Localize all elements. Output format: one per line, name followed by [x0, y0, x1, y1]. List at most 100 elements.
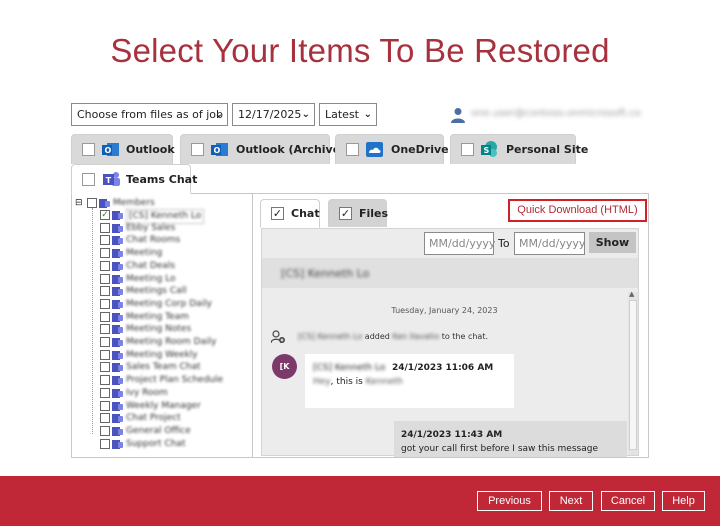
job-select[interactable]: Choose from files as of job ⌄ [71, 103, 228, 126]
version-select-value: Latest [325, 108, 359, 121]
tree-checkbox[interactable] [100, 311, 110, 322]
tab-checkbox[interactable]: ✓ [339, 207, 352, 220]
previous-button[interactable]: Previous [477, 491, 542, 511]
svg-text:O: O [105, 146, 112, 155]
job-select-value: Choose from files as of job [77, 108, 224, 121]
tab-checkbox[interactable]: ✓ [271, 207, 284, 220]
version-select[interactable]: Latest ⌄ [319, 103, 377, 126]
teams-icon [112, 223, 123, 233]
tree-item-label: Weekly Manager [126, 400, 201, 411]
tab-files[interactable]: ✓ Files [328, 199, 389, 227]
tree-item[interactable]: Meeting Team [100, 311, 245, 324]
tree-checkbox[interactable] [100, 260, 110, 271]
tree-item[interactable]: ✓ [CS] Kenneth Lo [100, 209, 245, 224]
tree-item-label: Chat Deals [126, 260, 176, 271]
from-date-input[interactable]: MM/dd/yyyy [424, 232, 495, 255]
tree-checkbox[interactable] [100, 425, 110, 436]
tree-checkbox[interactable] [100, 400, 110, 411]
tree-checkbox[interactable] [100, 222, 110, 233]
next-button[interactable]: Next [549, 491, 593, 511]
tree-item[interactable]: Meeting Room Daily [100, 336, 245, 349]
tree-item[interactable]: Meeting [100, 247, 245, 260]
tree-item[interactable]: Project Plan Schedule [100, 374, 245, 387]
tree-item[interactable]: General Office [100, 425, 245, 438]
tab-checkbox[interactable] [82, 143, 95, 156]
tab-onedrive[interactable]: OneDrive [335, 134, 449, 164]
tree-item[interactable]: Meeting Lo [100, 273, 245, 286]
tree-item-label: Support Chat [126, 438, 186, 449]
tree-item[interactable]: Meeting Corp Daily [100, 298, 245, 311]
teams-icon: T [103, 172, 120, 186]
tab-checkbox[interactable] [191, 143, 204, 156]
scrollbar-thumb[interactable] [629, 300, 637, 450]
tree-checkbox[interactable]: ✓ [100, 210, 110, 220]
tree-item[interactable]: Sales Team Chat [100, 361, 245, 374]
tab-label: Files [359, 207, 389, 220]
chevron-down-icon: ⌄ [363, 109, 372, 120]
tree-item[interactable]: Meeting Notes [100, 323, 245, 336]
tree-item-label: Ivy Room [126, 387, 168, 398]
tree-checkbox[interactable] [100, 438, 110, 449]
scroll-up-icon[interactable]: ▲ [629, 290, 634, 298]
tab-personal-site[interactable]: S Personal Site [450, 134, 588, 164]
tree-checkbox[interactable] [100, 235, 110, 246]
message-sender: [CS] Kenneth Lo [313, 363, 386, 373]
tree-checkbox[interactable] [100, 273, 110, 284]
collapse-icon[interactable]: ⊟ [75, 197, 83, 210]
tab-checkbox[interactable] [461, 143, 474, 156]
tree-item-label: Meetings Call [126, 286, 187, 297]
panel-divider [252, 194, 253, 457]
tree-item[interactable]: Meeting Weekly [100, 349, 245, 362]
tree-item-label: Chat Project [126, 413, 181, 424]
onedrive-icon [366, 142, 383, 157]
show-button[interactable]: Show [589, 232, 636, 253]
teams-icon [99, 199, 110, 208]
quick-download-button[interactable]: Quick Download (HTML) [508, 199, 647, 222]
to-label: To [498, 237, 510, 250]
tree-checkbox[interactable] [100, 413, 110, 424]
chevron-down-icon: ⌄ [214, 109, 223, 120]
tree-item-label: Meeting Team [126, 311, 189, 322]
teams-icon [112, 312, 123, 322]
tree-checkbox[interactable] [100, 286, 110, 297]
sharepoint-icon: S [481, 141, 497, 157]
tree-item[interactable]: Ebby Sales [100, 222, 245, 235]
date-select[interactable]: 12/17/2025 ⌄ [232, 103, 315, 126]
tree-checkbox[interactable] [100, 324, 110, 335]
add-member-icon [271, 330, 285, 344]
system-suffix: to the chat. [441, 332, 489, 341]
teams-icon [112, 338, 123, 347]
tree-checkbox[interactable] [100, 337, 110, 347]
tree-checkbox[interactable] [100, 387, 110, 398]
tree-item-label: Meeting Weekly [126, 349, 198, 360]
tree-checkbox[interactable] [100, 298, 110, 309]
cancel-button[interactable]: Cancel [601, 491, 655, 511]
tree-checkbox[interactable] [87, 198, 97, 208]
tree-item[interactable]: Meetings Call [100, 285, 245, 298]
tab-checkbox[interactable] [346, 143, 359, 156]
tree-checkbox[interactable] [100, 362, 110, 373]
help-button[interactable]: Help [662, 491, 705, 511]
teams-icon [112, 350, 123, 360]
tree-checkbox[interactable] [100, 349, 110, 360]
tab-label: Outlook [126, 143, 175, 156]
tab-checkbox[interactable] [82, 173, 95, 186]
tab-outlook[interactable]: O Outlook [71, 134, 175, 164]
tree-checkbox[interactable] [100, 248, 110, 259]
to-date-input[interactable]: MM/dd/yyyy [514, 232, 585, 255]
teams-icon [112, 299, 123, 309]
tree-item[interactable]: Chat Project [100, 412, 245, 425]
tree-checkbox[interactable] [100, 375, 110, 386]
tab-chat[interactable]: ✓ Chat [260, 199, 320, 228]
tree-item-label: Sales Team Chat [126, 362, 201, 373]
tree-item[interactable]: Chat Deals [100, 260, 245, 273]
tree-item[interactable]: Weekly Manager [100, 400, 245, 413]
tab-teams-chat[interactable]: T Teams Chat [71, 164, 197, 194]
teams-icon [112, 439, 123, 449]
system-actor: [CS] Kenneth Lo [298, 332, 363, 341]
tree-item[interactable]: Ivy Room [100, 387, 245, 400]
page-title: Select Your Items To Be Restored [110, 32, 610, 69]
tree-item[interactable]: Chat Rooms [100, 234, 245, 247]
tree-item[interactable]: Support Chat [100, 438, 245, 451]
tab-outlook-archive[interactable]: O Outlook (Archive) [180, 134, 345, 164]
